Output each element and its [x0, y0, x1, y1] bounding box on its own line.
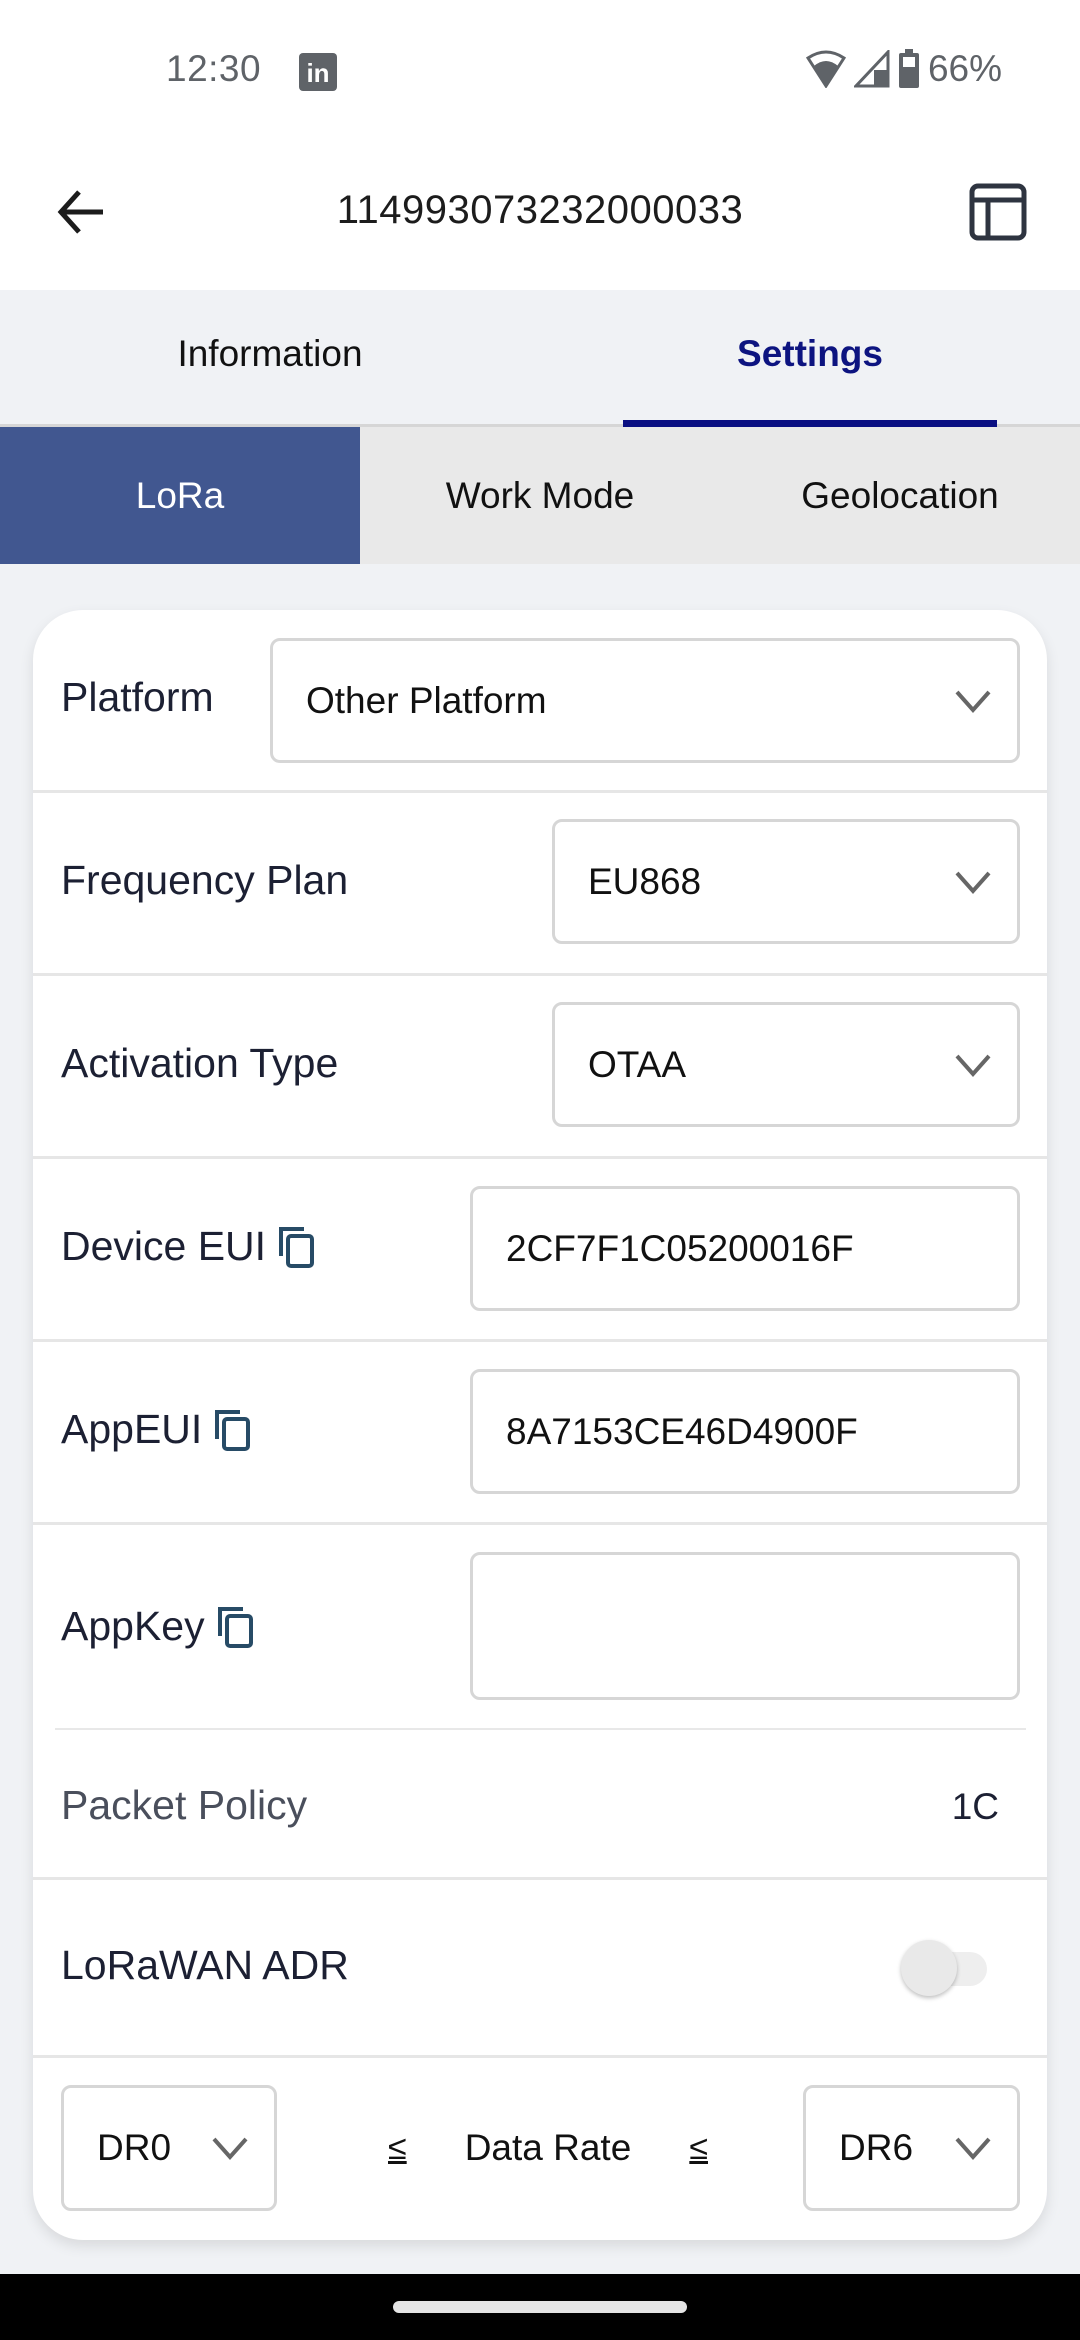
activation-type-value: OTAA [588, 1043, 686, 1085]
less-equal-symbol: ≤ [388, 2128, 407, 2167]
platform-row: Platform Other Platform [33, 610, 1047, 793]
toggle-thumb [901, 1940, 957, 1996]
chevron-down-icon [955, 690, 991, 713]
frequency-plan-select[interactable]: EU868 [552, 819, 1020, 944]
app-eui-row: AppEUI 8A7153CE46D4900F [33, 1342, 1047, 1525]
copy-icon[interactable] [278, 1226, 316, 1268]
subtab-work-mode[interactable]: Work Mode [360, 427, 720, 564]
device-eui-row: Device EUI 2CF7F1C05200016F [33, 1159, 1047, 1342]
lorawan-adr-toggle[interactable] [901, 1938, 993, 1998]
device-eui-label-group: Device EUI [61, 1223, 316, 1270]
status-icons: 66% [805, 48, 1002, 90]
system-nav-bar [0, 2274, 1080, 2340]
home-gesture-handle[interactable] [393, 2301, 687, 2313]
app-key-label-group: AppKey [61, 1603, 255, 1650]
data-rate-min-value: DR0 [97, 2127, 172, 2168]
chevron-down-icon [955, 871, 991, 894]
device-eui-input[interactable]: 2CF7F1C05200016F [470, 1186, 1020, 1311]
app-key-input[interactable] [470, 1552, 1020, 1700]
tab-settings[interactable]: Settings [540, 290, 1080, 427]
battery-icon [898, 49, 919, 88]
packet-policy-label: Packet Policy [61, 1782, 308, 1828]
status-bar: 12:30 in 66% [0, 0, 1080, 140]
activation-type-label: Activation Type [61, 1040, 339, 1086]
main-tabs: Information Settings [0, 290, 1080, 427]
platform-select[interactable]: Other Platform [270, 638, 1020, 763]
subtab-lora[interactable]: LoRa [0, 427, 360, 564]
layout-icon [969, 183, 1027, 241]
packet-policy-value: 1C [951, 1786, 999, 1827]
settings-sub-tabs: LoRa Work Mode Geolocation [0, 427, 1080, 564]
activation-type-select[interactable]: OTAA [552, 1002, 1020, 1127]
device-eui-value: 2CF7F1C05200016F [506, 1227, 854, 1269]
layout-button[interactable] [966, 180, 1030, 244]
app-key-label: AppKey [61, 1603, 205, 1649]
linkedin-icon: in [299, 53, 337, 91]
data-rate-label: Data Rate [464, 2127, 632, 2168]
app-eui-input[interactable]: 8A7153CE46D4900F [470, 1369, 1020, 1494]
data-rate-max-value: DR6 [839, 2127, 914, 2168]
cell-signal-icon [853, 50, 890, 88]
lorawan-adr-label: LoRaWAN ADR [61, 1942, 349, 1988]
platform-label: Platform [61, 674, 214, 720]
platform-value: Other Platform [306, 679, 547, 721]
frequency-plan-row: Frequency Plan EU868 [33, 793, 1047, 976]
copy-icon[interactable] [214, 1409, 252, 1451]
app-eui-value: 8A7153CE46D4900F [506, 1410, 858, 1452]
app-key-row: AppKey [33, 1525, 1047, 1730]
tab-information[interactable]: Information [0, 290, 540, 424]
battery-percent: 66% [927, 48, 1002, 89]
app-bar: 114993073232000033 [0, 140, 1080, 290]
activation-type-row: Activation Type OTAA [33, 976, 1047, 1159]
chevron-down-icon [955, 1054, 991, 1077]
status-time: 12:30 [166, 48, 262, 89]
chevron-down-icon [212, 2137, 248, 2161]
wifi-icon [805, 50, 846, 88]
subtab-geolocation[interactable]: Geolocation [720, 427, 1080, 564]
less-equal-symbol: ≤ [689, 2128, 708, 2167]
frequency-plan-label: Frequency Plan [61, 857, 349, 903]
chevron-down-icon [955, 2137, 991, 2161]
data-rate-min-select[interactable]: DR0 [61, 2085, 277, 2211]
device-eui-label: Device EUI [61, 1223, 267, 1269]
frequency-plan-value: EU868 [588, 860, 702, 902]
app-eui-label-group: AppEUI [61, 1406, 252, 1453]
app-eui-label: AppEUI [61, 1406, 203, 1452]
data-rate-range-label: ≤ Data Rate ≤ [388, 2085, 708, 2211]
data-rate-max-select[interactable]: DR6 [803, 2085, 1020, 2211]
lora-settings-card: Platform Other Platform Frequency Plan E… [33, 610, 1047, 2240]
copy-icon[interactable] [217, 1606, 255, 1648]
lorawan-adr-row: LoRaWAN ADR [33, 1880, 1047, 2058]
page-title: 114993073232000033 [336, 188, 744, 232]
packet-policy-row[interactable]: Packet Policy 1C [33, 1730, 1047, 1880]
